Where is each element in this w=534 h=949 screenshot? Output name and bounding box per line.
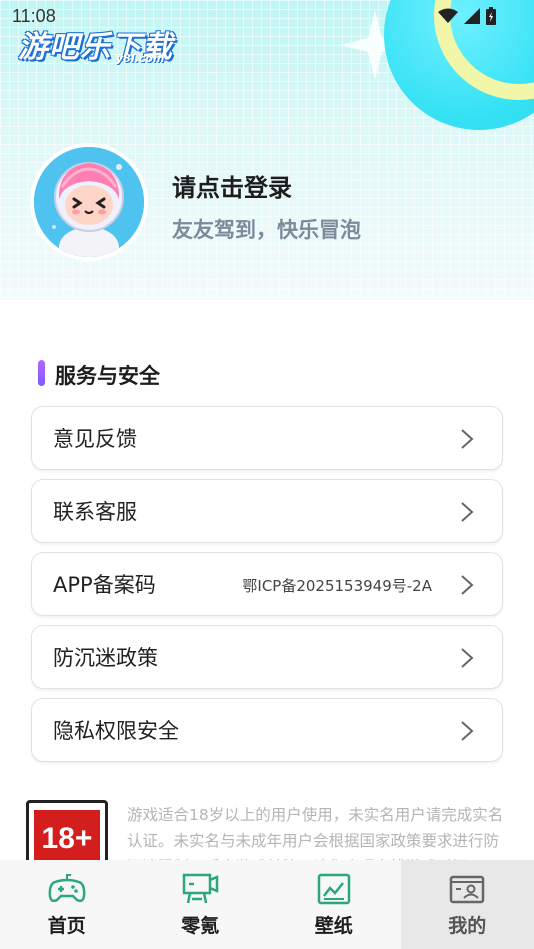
- battery-icon: [486, 7, 496, 25]
- signal-icon: [464, 8, 480, 24]
- chevron-right-icon: [461, 429, 474, 449]
- nav-item-home[interactable]: 首页: [0, 860, 134, 949]
- menu-item-customer-service[interactable]: 联系客服: [31, 479, 503, 543]
- menu-item-app-filing[interactable]: APP备案码 鄂ICP备2025153949号-2A: [31, 552, 503, 616]
- wallpaper-icon: [317, 873, 350, 905]
- nav-label: 壁纸: [314, 915, 353, 937]
- gamepad-icon: [48, 874, 86, 903]
- nav-label: 零氪: [181, 915, 220, 937]
- app-logo: 游吧乐下载 y8l.com: [18, 22, 173, 66]
- chevron-right-icon: [461, 575, 474, 595]
- section-accent-bar: [38, 360, 45, 386]
- nav-label: 首页: [47, 915, 86, 937]
- login-subtitle: 友友驾到，快乐冒泡: [172, 218, 361, 242]
- arcade-icon: [183, 873, 219, 904]
- menu-item-label: 联系客服: [53, 500, 137, 524]
- nav-item-zero-krypton[interactable]: 零氪: [134, 860, 268, 949]
- menu-item-feedback[interactable]: 意见反馈: [31, 406, 503, 470]
- menu-item-value: 鄂ICP备2025153949号-2A: [242, 577, 432, 595]
- logo-domain: y8l.com: [116, 52, 165, 65]
- chevron-right-icon: [461, 648, 474, 668]
- menu-item-anti-addiction[interactable]: 防沉迷政策: [31, 625, 503, 689]
- status-icons: [438, 7, 496, 25]
- age-notice-text: 游戏适合18岁以上的用户使用，未实名用户请完成实名认证。未实名与未成年用户会根据…: [127, 806, 504, 862]
- astronaut-avatar-icon: [34, 147, 144, 257]
- menu-item-label: APP备案码: [53, 573, 156, 597]
- login-prompt[interactable]: 请点击登录: [172, 168, 292, 203]
- chevron-right-icon: [461, 721, 474, 741]
- avatar[interactable]: [30, 143, 148, 261]
- wifi-icon: [438, 8, 458, 23]
- section-title: 服务与安全: [55, 364, 160, 388]
- menu-item-label: 隐私权限安全: [53, 719, 179, 743]
- nav-item-mine[interactable]: 我的: [400, 860, 534, 949]
- profile-card-icon: [450, 875, 485, 904]
- menu-item-privacy[interactable]: 隐私权限安全: [31, 698, 503, 762]
- bottom-nav: 首页 零氪 壁纸 我的: [0, 860, 534, 949]
- menu-item-label: 防沉迷政策: [53, 646, 158, 670]
- menu-item-label: 意见反馈: [53, 427, 137, 451]
- age-rating-text: 18+: [41, 822, 93, 855]
- nav-item-wallpaper[interactable]: 壁纸: [267, 860, 401, 949]
- chevron-right-icon: [461, 502, 474, 522]
- nav-label: 我的: [448, 915, 487, 937]
